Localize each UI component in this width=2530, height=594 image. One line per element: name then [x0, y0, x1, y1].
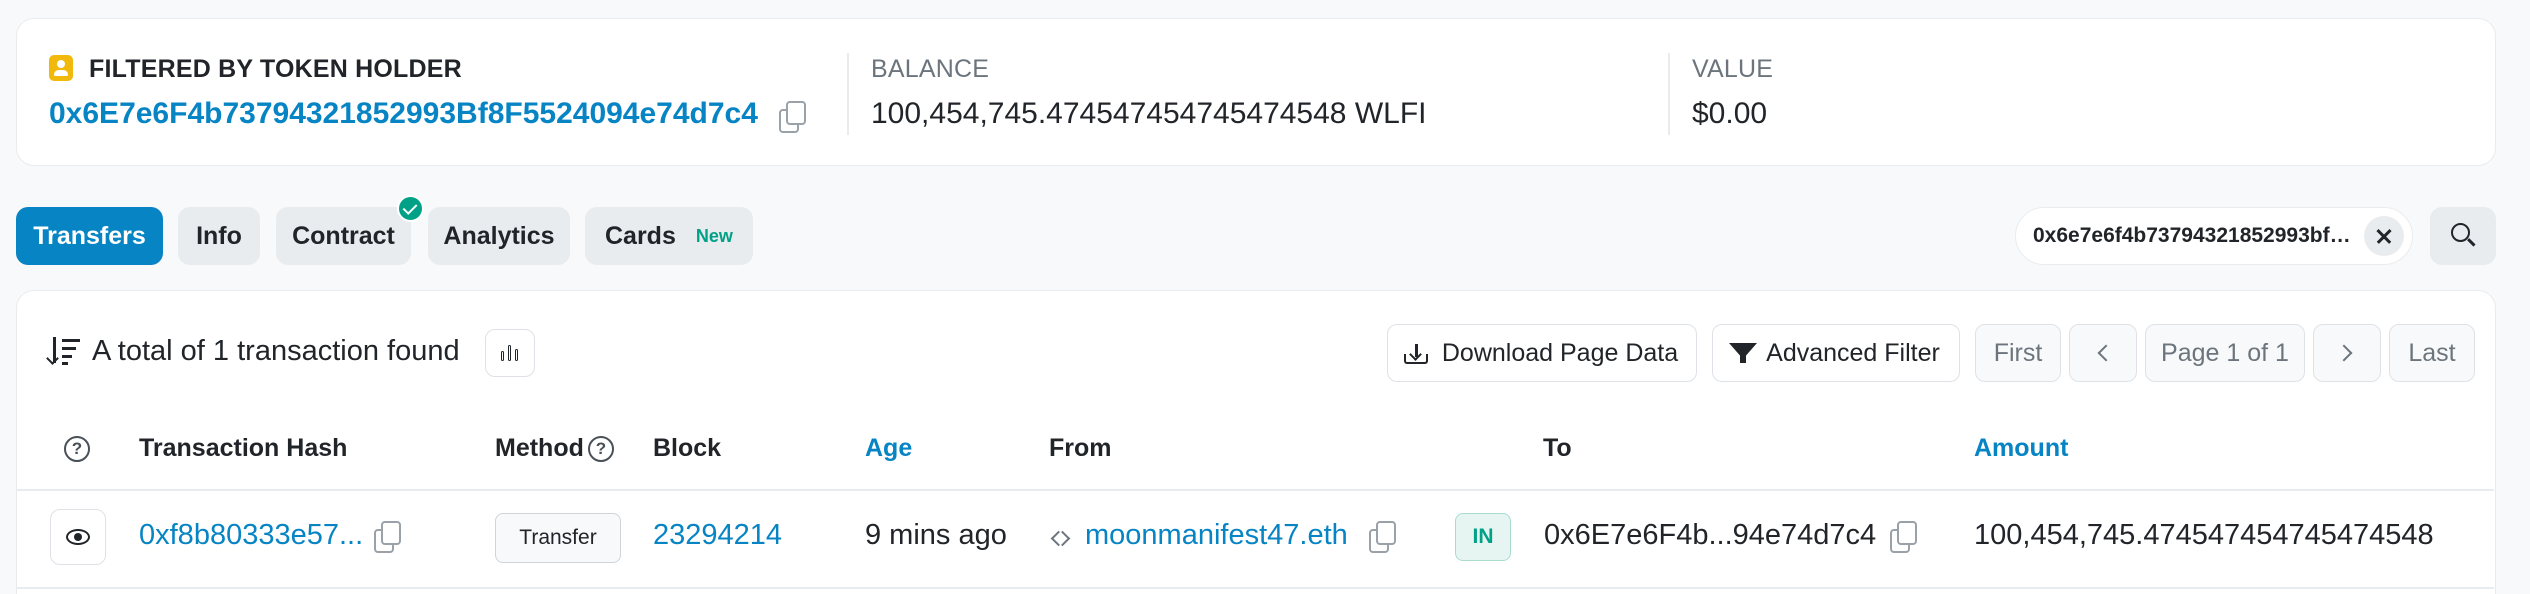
sort-descending-icon[interactable] [46, 337, 82, 365]
page-indicator: Page 1 of 1 [2145, 324, 2305, 382]
help-icon[interactable]: ? [64, 436, 90, 462]
filter-address-text: 0x6e7e6f4b73794321852993bf8f5524094e74d7… [2033, 224, 2353, 247]
to-address: 0x6E7e6F4b...94e74d7c4 [1544, 519, 1877, 551]
tab-info[interactable]: Info [178, 207, 260, 265]
copy-icon[interactable] [374, 521, 401, 553]
token-holder-summary-card: FILTERED BY TOKEN HOLDER 0x6E7e6F4b73794… [16, 18, 2496, 166]
address-filter-pill: 0x6e7e6f4b73794321852993bf8f5524094e74d7… [2015, 207, 2413, 265]
divider [1668, 53, 1670, 135]
first-page-button[interactable]: First [1975, 324, 2061, 382]
preview-button[interactable] [50, 509, 106, 565]
chevron-right-icon [2335, 344, 2353, 362]
block-link[interactable]: 23294214 [653, 519, 782, 552]
last-page-button[interactable]: Last [2389, 324, 2475, 382]
next-page-button[interactable] [2313, 324, 2381, 382]
method-badge: Transfer [495, 513, 621, 563]
advanced-filter-button[interactable]: Advanced Filter [1712, 324, 1960, 382]
copy-icon[interactable] [779, 101, 806, 133]
column-header-method: Method [495, 434, 584, 462]
tab-cards-label: Cards [605, 221, 676, 250]
chevron-left-icon [2097, 344, 2115, 362]
transfers-card: A total of 1 transaction found Download … [16, 290, 2496, 594]
tab-analytics[interactable]: Analytics [428, 207, 570, 265]
value-amount: $0.00 [1692, 97, 1768, 130]
balance-label: BALANCE [871, 55, 990, 83]
tab-transfers[interactable]: Transfers [16, 207, 163, 265]
help-icon[interactable]: ? [588, 436, 614, 462]
bar-chart-button[interactable] [485, 329, 535, 377]
transaction-hash-link[interactable]: 0xf8b80333e57... [139, 519, 363, 552]
copy-icon[interactable] [1369, 521, 1396, 553]
advanced-filter-label: Advanced Filter [1766, 338, 1940, 367]
column-header-age[interactable]: Age [865, 434, 912, 463]
search-button[interactable] [2430, 207, 2496, 265]
tab-cards[interactable]: Cards New [585, 207, 753, 265]
header-divider [17, 489, 2494, 491]
row-divider [17, 587, 2494, 589]
column-header-amount[interactable]: Amount [1974, 434, 2068, 463]
holder-label: FILTERED BY TOKEN HOLDER [89, 55, 462, 83]
age-value: 9 mins ago [865, 519, 1007, 551]
new-badge: New [695, 225, 733, 246]
previous-page-button[interactable] [2069, 324, 2137, 382]
filter-icon [1729, 343, 1757, 363]
user-badge-icon [49, 55, 73, 81]
column-header-block: Block [653, 434, 722, 462]
divider [847, 53, 849, 135]
copy-icon[interactable] [1890, 521, 1917, 553]
tab-contract[interactable]: Contract [276, 207, 411, 265]
balance-value: 100,454,745.474547454745474548 WLFI [871, 97, 1427, 130]
download-icon [1404, 344, 1428, 364]
column-header-to: To [1543, 434, 1572, 462]
download-page-data-button[interactable]: Download Page Data [1387, 324, 1697, 382]
column-header-from: From [1049, 434, 1112, 462]
from-address-link[interactable]: moonmanifest47.eth [1085, 519, 1348, 552]
transaction-count-text: A total of 1 transaction found [92, 335, 460, 367]
holder-address-link[interactable]: 0x6E7e6F4b73794321852993Bf8F5524094e74d7… [49, 97, 758, 131]
code-icon [1051, 529, 1071, 549]
direction-badge: IN [1455, 513, 1511, 561]
download-label: Download Page Data [1441, 338, 1679, 367]
column-header-transaction-hash: Transaction Hash [139, 434, 348, 462]
verified-check-icon [397, 195, 424, 222]
amount-value: 100,454,745.474547454745474548 [1974, 519, 2434, 551]
close-icon[interactable] [2364, 216, 2404, 256]
value-label: VALUE [1692, 55, 1774, 83]
bar-chart-icon [501, 351, 504, 361]
